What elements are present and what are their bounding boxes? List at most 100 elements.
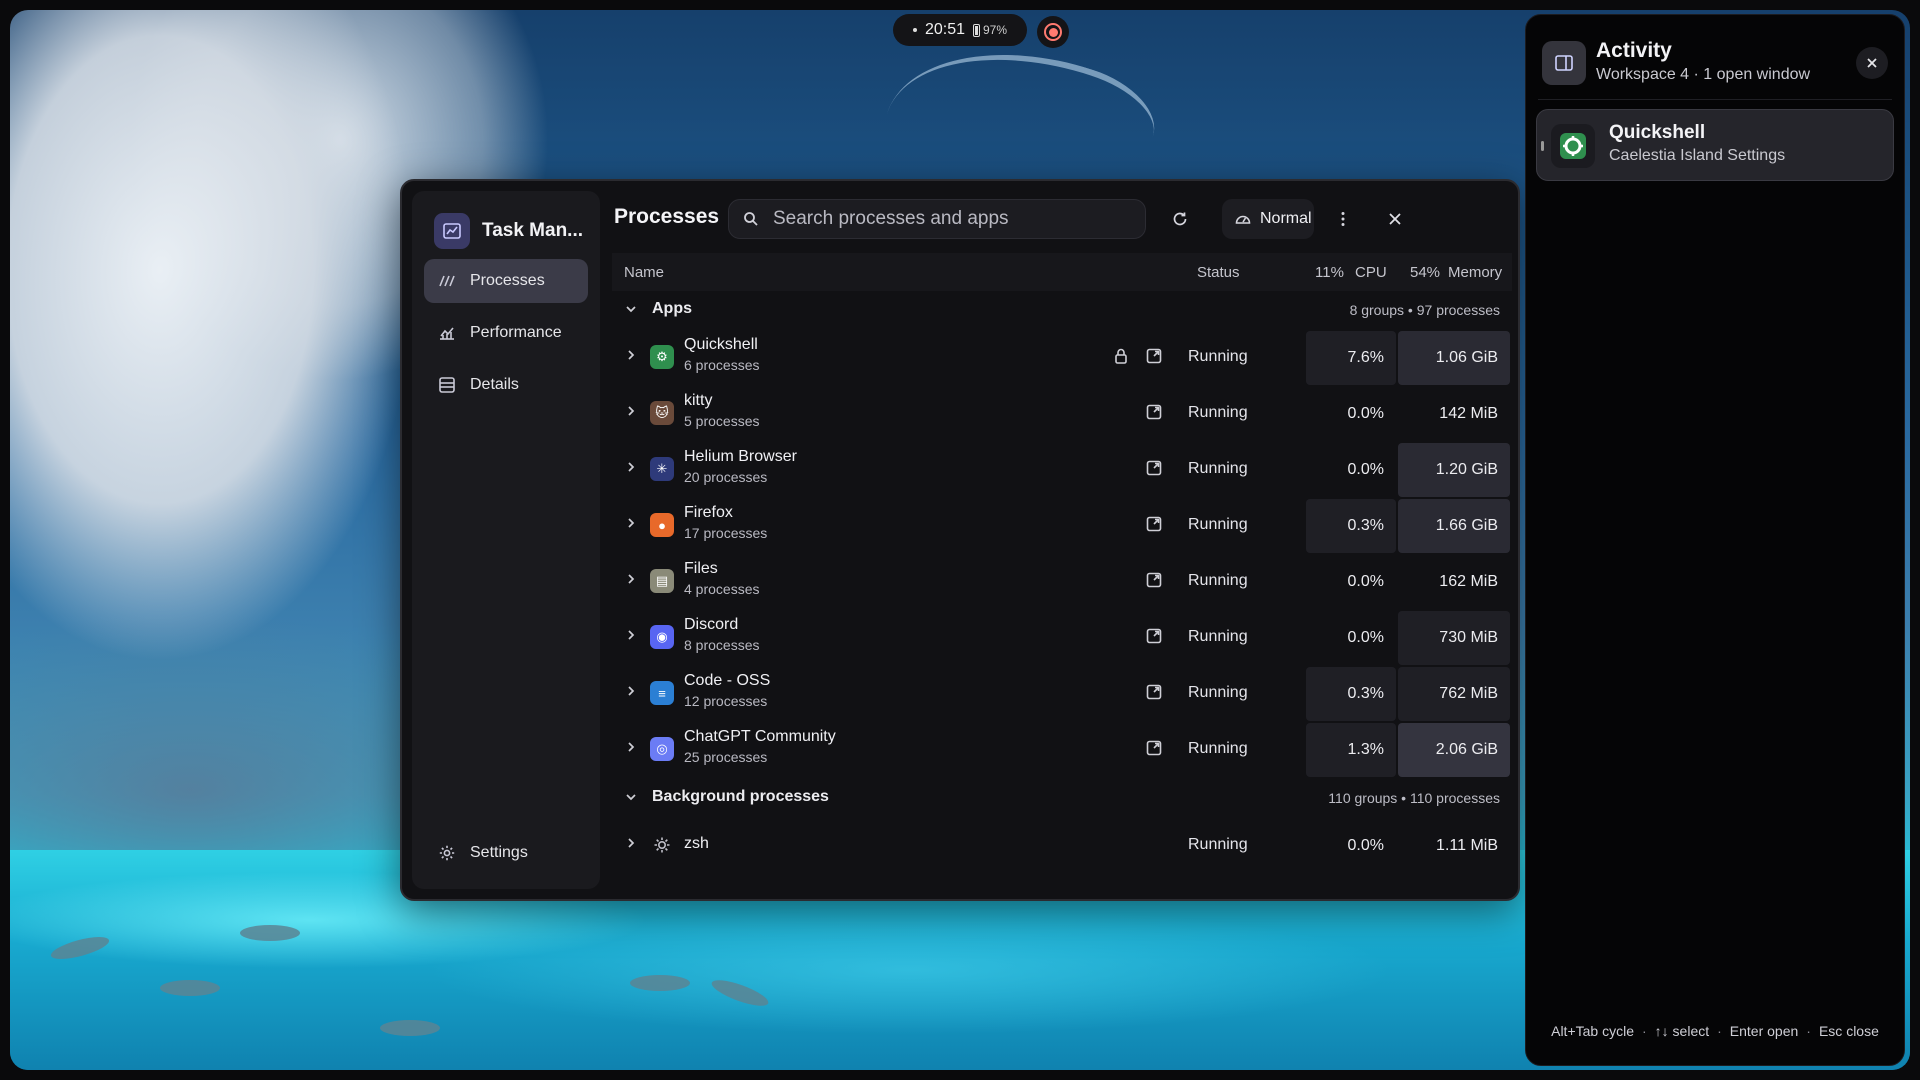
- keyboard-hints: Alt+Tab cycle · ↑↓ select · Enter open ·…: [1530, 1023, 1900, 1039]
- lock-icon[interactable]: [1113, 347, 1129, 365]
- column-memory-header[interactable]: Memory: [1448, 264, 1502, 281]
- open-window-icon[interactable]: [1145, 347, 1163, 365]
- gear-icon: [439, 845, 455, 861]
- open-window-icon[interactable]: [1145, 739, 1163, 757]
- nav-processes[interactable]: Processes: [424, 259, 588, 303]
- open-window-icon[interactable]: [1145, 515, 1163, 533]
- column-name-header[interactable]: Name: [624, 264, 664, 281]
- hint: Esc close: [1818, 1023, 1879, 1039]
- refresh-button[interactable]: [1164, 203, 1196, 235]
- app-header: Task Man...: [434, 213, 583, 249]
- column-cpu-header[interactable]: CPU: [1355, 264, 1387, 281]
- group-header-apps[interactable]: Apps 8 groups • 97 processes: [612, 291, 1512, 329]
- close-window-button[interactable]: [1379, 203, 1411, 235]
- table-row[interactable]: ≡ Code - OSS 12 processes Running 0.3% 762 Mi…: [612, 666, 1512, 722]
- process-memory: 1.20 GiB: [1398, 443, 1510, 497]
- process-memory: 730 MiB: [1398, 611, 1510, 665]
- process-memory: 1.66 GiB: [1398, 499, 1510, 553]
- process-memory: 1.06 GiB: [1398, 331, 1510, 385]
- chevron-right-icon[interactable]: [624, 404, 638, 418]
- table-row[interactable]: ● Firefox 17 processes Running 0.3% 1.66 GiB: [612, 498, 1512, 554]
- chevron-right-icon[interactable]: [624, 572, 638, 586]
- table-row[interactable]: zsh Running 0.0% 1.11 MiB: [612, 818, 1512, 874]
- open-window-icon[interactable]: [1145, 571, 1163, 589]
- open-window-icon[interactable]: [1145, 403, 1163, 421]
- process-count: 20 processes: [684, 469, 768, 485]
- memory-total-percent: 54%: [1410, 264, 1441, 281]
- chevron-right-icon[interactable]: [624, 628, 638, 642]
- process-cpu: 0.0%: [1347, 837, 1384, 854]
- discord-icon: ◉: [650, 625, 674, 649]
- close-icon: [1867, 58, 1877, 68]
- code-icon: ≡: [650, 681, 674, 705]
- activity-close-button[interactable]: [1856, 47, 1888, 79]
- search-input[interactable]: [773, 208, 1103, 230]
- screen-record-button[interactable]: [1037, 16, 1069, 48]
- activity-subtitle: Workspace 4 · 1 open window: [1596, 66, 1811, 83]
- process-count: 17 processes: [684, 525, 768, 541]
- search-icon: [744, 212, 758, 226]
- processes-icon: [439, 275, 455, 287]
- hint: Alt+Tab cycle: [1551, 1023, 1634, 1039]
- process-status: Running: [1188, 348, 1248, 365]
- process-cpu: 0.0%: [1347, 405, 1384, 422]
- open-window-icon[interactable]: [1145, 627, 1163, 645]
- nav-details[interactable]: Details: [424, 363, 588, 407]
- quickshell-icon: [1551, 124, 1595, 168]
- process-status: Running: [1188, 516, 1248, 533]
- open-window-icon[interactable]: [1145, 683, 1163, 701]
- window-card[interactable]: Quickshell Caelestia Island Settings: [1536, 109, 1894, 181]
- process-name: kitty: [684, 392, 713, 409]
- cpu-total-percent: 11%: [1315, 264, 1344, 281]
- window-subtitle: Caelestia Island Settings: [1609, 147, 1786, 164]
- chevron-right-icon[interactable]: [624, 516, 638, 530]
- nav-settings[interactable]: Settings: [424, 831, 588, 875]
- chevron-right-icon[interactable]: [624, 836, 638, 850]
- table-row[interactable]: ◉ Discord 8 processes Running 0.0% 730 MiB: [612, 610, 1512, 666]
- process-count: 25 processes: [684, 749, 768, 765]
- nav-performance[interactable]: Performance: [424, 311, 588, 355]
- activity-title: Activity: [1596, 39, 1672, 62]
- page-title: Processes: [614, 205, 720, 228]
- chevron-right-icon[interactable]: [624, 684, 638, 698]
- notification-dot: [912, 28, 917, 32]
- nav-label: Performance: [470, 324, 562, 341]
- clock-time: 20:51: [924, 21, 965, 38]
- group-count: 8 groups • 97 processes: [1349, 302, 1500, 318]
- hint: ↑↓ select: [1654, 1023, 1710, 1039]
- table-row[interactable]: ✳ Helium Browser 20 processes Running 0.0% 1.…: [612, 442, 1512, 498]
- table-row[interactable]: ⚙ Quickshell 6 processes Running 7.6% 1.06 Gi…: [612, 330, 1512, 386]
- process-name: Firefox: [684, 504, 733, 521]
- process-cpu: 0.0%: [1347, 573, 1384, 590]
- column-status-header[interactable]: Status: [1197, 264, 1240, 281]
- more-vertical-icon: [1341, 212, 1345, 226]
- chevron-right-icon[interactable]: [624, 460, 638, 474]
- details-icon: [439, 377, 455, 393]
- top-bar-clock-pill[interactable]: 20:51 97%: [893, 14, 1027, 46]
- table-row[interactable]: 🐱 kitty 5 processes Running 0.0% 142 MiB: [612, 386, 1512, 442]
- process-name: Discord: [684, 616, 739, 633]
- wallpaper-fish: [630, 975, 690, 991]
- more-options-button[interactable]: [1327, 203, 1359, 235]
- firefox-icon: ●: [650, 513, 674, 537]
- window-switcher-icon: [1542, 41, 1586, 85]
- gauge-icon: [1235, 215, 1251, 224]
- table-row[interactable]: ▤ Files 4 processes Running 0.0% 162 MiB: [612, 554, 1512, 610]
- chevron-right-icon[interactable]: [624, 740, 638, 754]
- chevron-right-icon[interactable]: [624, 348, 638, 362]
- close-icon: [1389, 213, 1401, 225]
- sidebar: Task Man... Processes Performance Detail…: [412, 191, 600, 889]
- group-header-background[interactable]: Background processes 110 groups • 110 pr…: [612, 779, 1512, 817]
- wallpaper-fish: [380, 1020, 440, 1036]
- table-row[interactable]: ◎ ChatGPT Community 25 processes Running 1.3…: [612, 722, 1512, 778]
- open-window-icon[interactable]: [1145, 459, 1163, 477]
- mode-label: Normal: [1260, 210, 1312, 227]
- search-box[interactable]: [728, 199, 1146, 239]
- nav-label: Settings: [470, 844, 528, 861]
- files-icon: ▤: [650, 569, 674, 593]
- mode-selector-button[interactable]: Normal: [1222, 199, 1314, 239]
- process-count: 8 processes: [684, 637, 760, 653]
- hint-separator: ·: [1641, 1023, 1647, 1039]
- helium-icon: ✳: [650, 457, 674, 481]
- process-name: Quickshell: [684, 336, 758, 353]
